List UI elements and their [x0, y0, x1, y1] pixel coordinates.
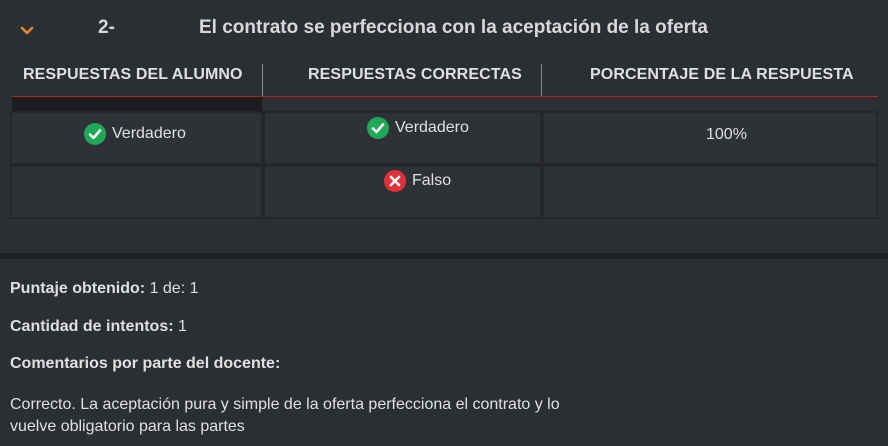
attempts-label: Cantidad de intentos:	[10, 318, 174, 335]
attempts-line: Cantidad de intentos: 1	[10, 318, 187, 336]
header-student-answers: RESPUESTAS DEL ALUMNO	[23, 66, 243, 83]
comment-line: Correcto. La aceptación pura y simple de…	[10, 396, 560, 413]
comments-heading: Comentarios por parte del docente:	[10, 355, 280, 373]
student-answer-cell	[10, 165, 263, 219]
score-label: Puntaje obtenido:	[10, 280, 146, 297]
active-column-indicator	[12, 97, 262, 111]
section-divider	[0, 253, 888, 259]
header-percentage: PORCENTAJE DE LA RESPUESTA	[590, 66, 854, 83]
header-correct-answers: RESPUESTAS CORRECTAS	[308, 66, 522, 83]
question-number: 2-	[98, 17, 115, 38]
question-header[interactable]: 2- El contrato se perfecciona con la ace…	[0, 0, 888, 56]
correct-answer-option: Verdadero	[367, 117, 469, 139]
chevron-down-icon[interactable]	[20, 24, 34, 38]
correct-answer-label: Verdadero	[395, 119, 469, 136]
score-line: Puntaje obtenido: 1 de: 1	[10, 280, 199, 298]
header-separator	[541, 64, 542, 96]
check-circle-icon	[367, 117, 389, 139]
teacher-comment: Correcto. La aceptación pura y simple de…	[10, 394, 610, 438]
attempts-value: 1	[178, 318, 187, 335]
correct-answer-label: Falso	[412, 172, 452, 189]
correct-answer-option: Falso	[384, 170, 451, 192]
student-answer-label: Verdadero	[112, 125, 186, 142]
percentage-value: 100%	[706, 126, 747, 143]
comment-line: vuelve obligatorio para las partes	[10, 418, 245, 435]
response-percentage: 100%	[706, 126, 747, 144]
comments-label: Comentarios por parte del docente:	[10, 355, 281, 372]
score-value: 1 de: 1	[149, 280, 199, 297]
x-circle-icon	[384, 170, 406, 192]
header-separator	[262, 64, 263, 96]
check-circle-icon	[84, 123, 106, 145]
percentage-cell	[542, 165, 878, 219]
student-answer: Verdadero	[84, 123, 186, 145]
question-title: El contrato se perfecciona con la acepta…	[199, 17, 708, 38]
